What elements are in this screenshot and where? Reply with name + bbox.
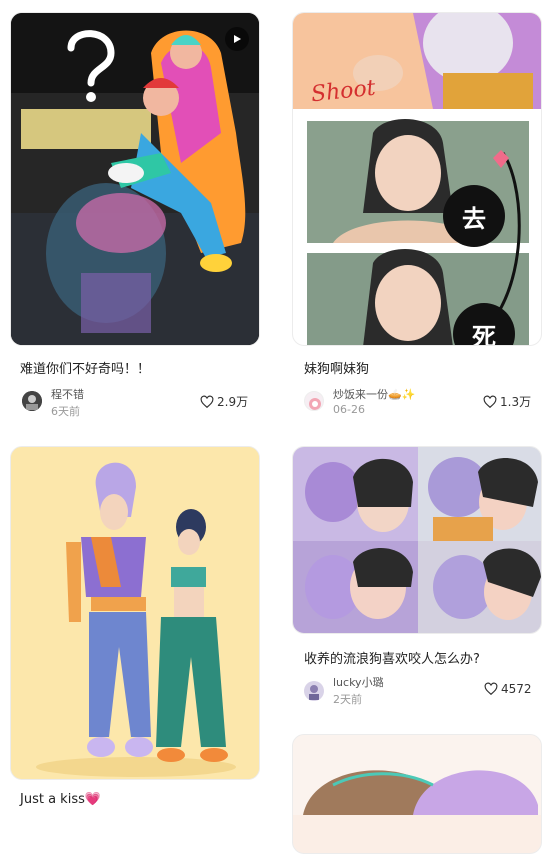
heart-icon bbox=[200, 395, 214, 408]
heart-icon bbox=[483, 395, 497, 408]
like-button[interactable]: 1.3万 bbox=[483, 393, 531, 410]
note-title[interactable]: Just a kiss💗 bbox=[20, 792, 101, 807]
note-card-1[interactable]: 难道你们不好奇吗！！ 程不错 6天前 2.9万 bbox=[0, 0, 270, 430]
note-cover-image-3[interactable] bbox=[10, 446, 260, 780]
note-title[interactable]: 收养的流浪狗喜欢咬人怎么办? bbox=[304, 648, 480, 667]
note-title[interactable]: 难道你们不好奇吗！！ bbox=[20, 358, 150, 377]
note-card-5[interactable] bbox=[282, 728, 552, 854]
like-button[interactable]: 4572 bbox=[484, 682, 532, 696]
post-date: 06-26 bbox=[333, 403, 365, 416]
avatar[interactable] bbox=[22, 391, 42, 411]
cover-illustration bbox=[11, 13, 259, 345]
author-name[interactable]: lucky小璐 bbox=[333, 674, 384, 690]
avatar[interactable] bbox=[304, 681, 324, 701]
avatar[interactable] bbox=[304, 391, 324, 411]
post-date: 6天前 bbox=[51, 405, 80, 418]
play-icon[interactable] bbox=[225, 27, 249, 51]
like-count: 1.3万 bbox=[500, 395, 532, 409]
note-card-3[interactable]: Just a kiss💗 bbox=[0, 440, 270, 807]
author-name[interactable]: 炒饭来一份🥧✨ bbox=[333, 386, 415, 402]
like-button[interactable]: 2.9万 bbox=[200, 393, 248, 410]
heart-icon bbox=[484, 682, 498, 696]
author-name[interactable]: 程不错 bbox=[51, 386, 84, 402]
like-count: 2.9万 bbox=[217, 395, 249, 409]
speech-bubble-qu: 去 bbox=[443, 185, 505, 247]
note-title[interactable]: 妹狗啊妹狗 bbox=[304, 358, 369, 377]
note-cover-image-4[interactable] bbox=[292, 446, 542, 634]
cover-illustration bbox=[11, 447, 259, 779]
note-cover-image-2[interactable]: Shoot 去 死 bbox=[292, 12, 542, 346]
note-card-2[interactable]: Shoot 去 死 妹狗啊妹狗 炒饭来一份🥧✨ 06-26 1.3万 bbox=[282, 0, 552, 430]
like-count: 4572 bbox=[501, 682, 532, 696]
post-date: 2天前 bbox=[333, 693, 362, 706]
cover-illustration bbox=[293, 735, 541, 815]
cover-illustration bbox=[293, 447, 541, 633]
cover-illustration bbox=[293, 13, 541, 345]
note-cover-image-1[interactable] bbox=[10, 12, 260, 346]
note-cover-image-5[interactable] bbox=[292, 734, 542, 854]
